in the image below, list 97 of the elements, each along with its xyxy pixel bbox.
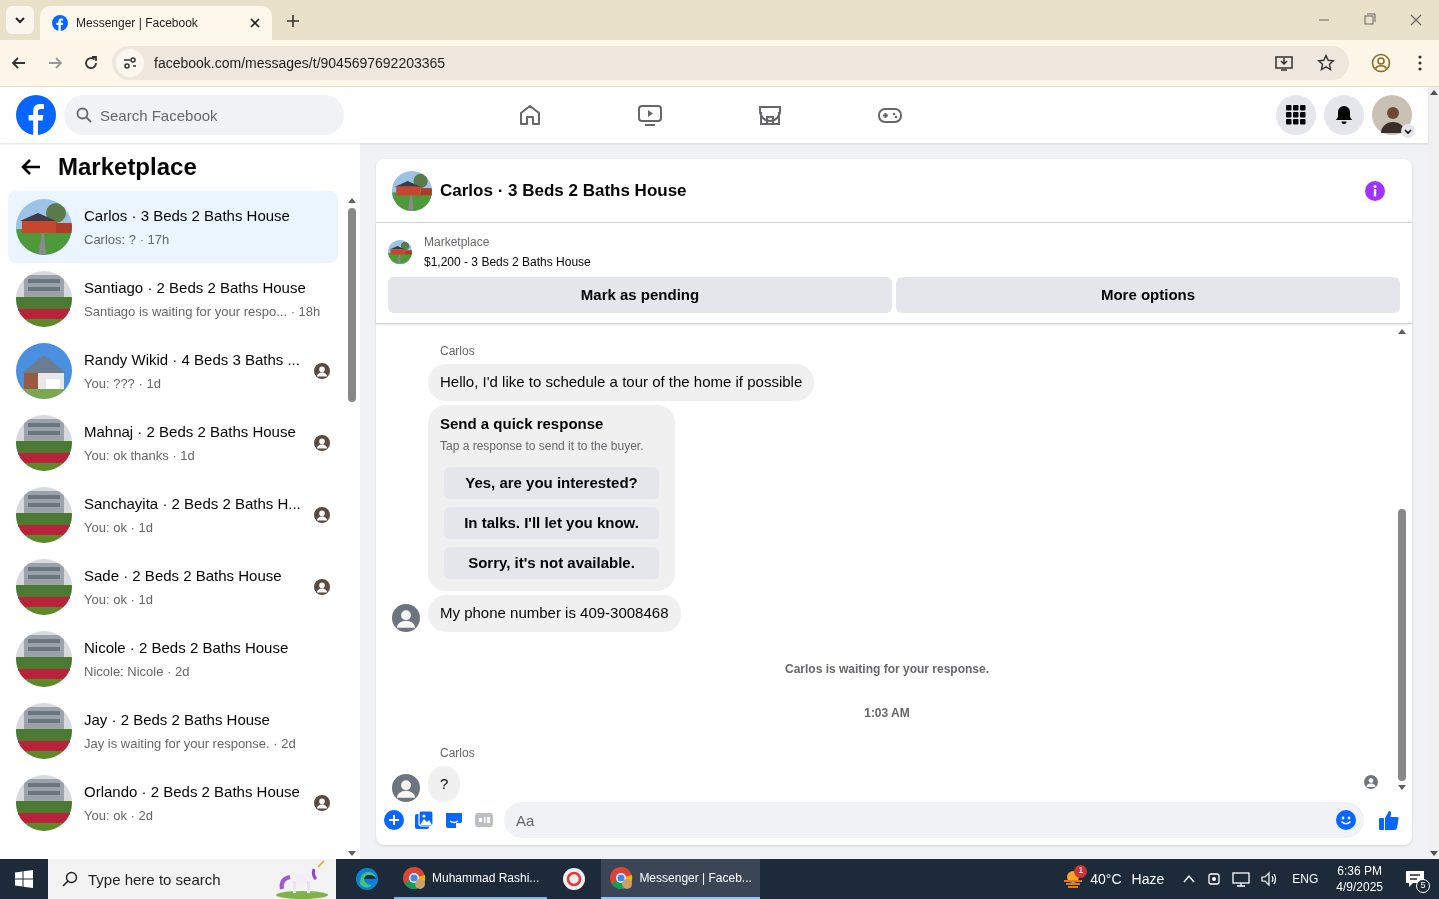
conversation-preview: You: ok · 1d	[84, 591, 154, 609]
seen-avatar-icon	[1364, 775, 1378, 789]
sticker-icon[interactable]	[444, 810, 464, 830]
conversation-title: Randy Wikid · 4 Beds 3 Baths ...	[84, 349, 301, 370]
browser-tab[interactable]: Messenger | Facebook	[40, 6, 272, 40]
conversation-title: Carlos · 3 Beds 2 Baths House	[84, 205, 291, 226]
profile-icon[interactable]	[1371, 53, 1391, 73]
network-icon[interactable]	[1232, 871, 1251, 887]
reload-icon[interactable]	[82, 54, 100, 72]
conversation-title: Sade · 2 Beds 2 Baths House	[84, 565, 283, 586]
tab-title: Messenger | Facebook	[76, 15, 199, 32]
conversation-title: Jay · 2 Beds 2 Baths House	[84, 709, 271, 730]
volume-icon[interactable]	[1260, 871, 1279, 887]
listing-label: Marketplace	[424, 234, 491, 251]
action-button[interactable]: Mark as pending	[388, 277, 892, 313]
message-input[interactable]: Aa	[504, 802, 1364, 838]
conversation-item[interactable]: Carlos · 3 Beds 2 Baths House Carlos: ? · 17h	[8, 191, 338, 263]
emoji-icon[interactable]	[1336, 810, 1356, 830]
taskbar-app-label: Messenger | Faceb...	[639, 870, 752, 887]
add-icon[interactable]	[384, 810, 404, 830]
status-notice: Carlos is waiting for your response.	[784, 660, 989, 678]
notification-count: 5	[1416, 879, 1430, 893]
sender-name: Carlos	[439, 744, 476, 762]
conversation-title: Mahnaj · 2 Beds 2 Baths House	[84, 421, 297, 442]
weather-condition: Haze	[1131, 869, 1165, 889]
facebook-logo-icon	[52, 15, 68, 31]
conversation-preview: You: ok · 2d	[84, 807, 154, 825]
clock[interactable]: 6:36 PM 4/9/2025	[1336, 863, 1383, 895]
edge-icon[interactable]	[355, 867, 379, 891]
listing-title: $1,200 - 3 Beds 2 Baths House	[424, 254, 591, 271]
scroll-down-icon[interactable]	[348, 851, 356, 857]
app-icon[interactable]	[562, 867, 587, 891]
sender-name: Carlos	[439, 343, 476, 360]
conversation-preview: Carlos: ? · 17h	[84, 231, 171, 249]
facebook-logo-icon[interactable]	[16, 95, 56, 135]
taskbar-app-button[interactable]: Muhammad Rashi...	[394, 859, 548, 899]
chrome-icon	[402, 866, 426, 890]
conversation-title: Santiago · 2 Beds 2 Baths House	[84, 277, 307, 298]
notification-badge: 1	[1074, 864, 1088, 878]
scroll-up-icon[interactable]	[1429, 89, 1438, 95]
address-bar[interactable]: facebook.com/messages/t/9045697692203365	[112, 46, 1349, 80]
info-icon[interactable]	[1364, 179, 1386, 202]
video-icon[interactable]	[637, 102, 663, 128]
conversation-preview: Jay is waiting for your response. · 2d	[84, 735, 297, 753]
scroll-down-icon[interactable]	[1398, 785, 1406, 791]
taskbar-app-label: Muhammad Rashi...	[432, 870, 540, 887]
search-icon	[62, 871, 78, 887]
chevron-down-icon[interactable]	[1401, 124, 1415, 138]
site-settings-icon[interactable]	[116, 49, 144, 77]
quick-reply-button[interactable]: Yes, are you interested?	[444, 467, 659, 499]
account-avatar-icon[interactable]	[1372, 95, 1412, 135]
conversation-title: Nicole · 2 Beds 2 Baths House	[84, 637, 290, 658]
search-field[interactable]: Search Facebook	[64, 95, 344, 135]
bell-icon	[1334, 105, 1354, 125]
star-icon[interactable]	[1317, 54, 1335, 72]
message-bubble: ?	[428, 765, 461, 802]
grid-icon	[1286, 105, 1306, 125]
tab-list-icon[interactable]	[6, 6, 34, 34]
timestamp: 1:03 AM	[864, 704, 910, 722]
windows-start-icon[interactable]	[15, 870, 33, 888]
card-subtitle: Tap a response to send it to the buyer.	[440, 438, 645, 455]
scrollbar[interactable]	[1428, 87, 1439, 859]
conversation-preview: Nicole: Nicole · 2d	[84, 663, 191, 681]
card-title: Send a quick response	[440, 413, 605, 434]
home-icon[interactable]	[517, 102, 543, 128]
message-bubble: My phone number is 409-3008468	[428, 595, 681, 632]
clock-time: 6:36 PM	[1337, 863, 1382, 879]
quick-reply-button[interactable]: Sorry, it's not available.	[444, 547, 659, 579]
image-icon[interactable]	[414, 810, 434, 830]
scroll-up-icon[interactable]	[348, 197, 356, 203]
chrome-icon	[609, 866, 634, 890]
conversation-title: Orlando · 2 Beds 2 Baths House	[84, 781, 301, 802]
scrollbar[interactable]	[1398, 328, 1406, 791]
language-indicator[interactable]: ENG	[1292, 870, 1319, 888]
scroll-down-icon[interactable]	[1429, 851, 1438, 857]
new-tab-icon[interactable]	[286, 14, 300, 28]
conversation-title: Sanchayita · 2 Beds 2 Baths H...	[84, 493, 302, 514]
install-icon[interactable]	[1275, 54, 1293, 72]
conversation-preview: You: ok · 1d	[84, 519, 154, 537]
conversation-preview: Santiago is waiting for your respo... · 18h	[84, 303, 322, 321]
temperature: 40°C	[1090, 869, 1122, 889]
scroll-up-icon[interactable]	[1398, 328, 1406, 334]
conversation-title: Carlos · 3 Beds 2 Baths House	[440, 179, 688, 202]
sidebar-title: Marketplace	[58, 152, 197, 182]
close-icon[interactable]	[250, 18, 260, 28]
url-text: facebook.com/messages/t/9045697692203365	[154, 53, 447, 73]
thumbs-up-icon[interactable]	[1378, 809, 1400, 831]
clock-date: 4/9/2025	[1336, 879, 1383, 895]
action-button[interactable]: More options	[896, 277, 1400, 313]
menu-button[interactable]	[1276, 95, 1316, 135]
conversation-preview: You: ok thanks · 1d	[84, 447, 196, 465]
notifications-button[interactable]	[1324, 95, 1364, 135]
conversation-preview: You: ??? · 1d	[84, 375, 162, 393]
message-bubble: Hello, I'd like to schedule a tour of the home if possible	[428, 364, 815, 401]
taskbar-app-button[interactable]: Messenger | Faceb...	[601, 859, 760, 899]
quick-reply-button[interactable]: In talks. I'll let you know.	[444, 507, 659, 539]
search-icon	[76, 107, 92, 123]
